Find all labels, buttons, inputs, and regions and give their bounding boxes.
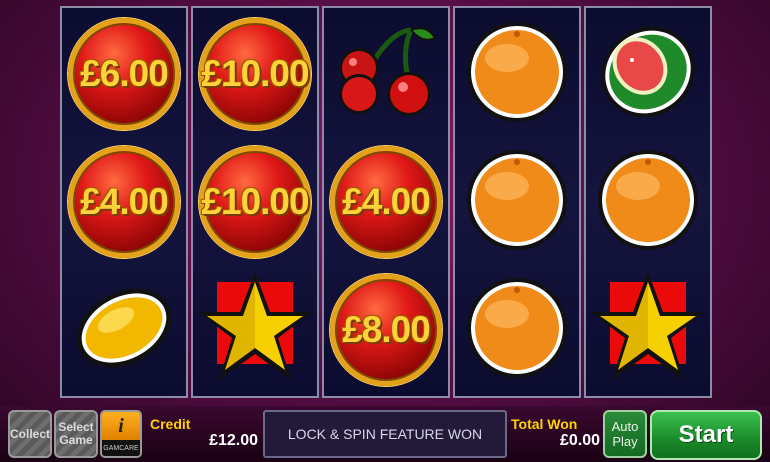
reel-cell [586,12,710,136]
reel-cell [586,268,710,392]
collect-button[interactable]: Collect [8,410,52,458]
reels-area: £6.00 £4.00 £10.00 £10.00 £4.00 £8.00 [60,6,712,398]
total-won-value: £0.00 [559,432,600,449]
reel-cell [62,268,186,392]
total-won-label: Total Won [511,416,578,432]
reel-cell: £10.00 [193,12,317,136]
reel-4 [453,6,581,398]
reel-cell [455,268,579,392]
orange-icon [465,148,569,257]
reel-cell [193,268,317,392]
prize-orb: £4.00 [68,146,180,258]
orange-icon [465,276,569,385]
prize-value: £10.00 [201,181,309,222]
cherries-icon [331,22,441,127]
info-icon: i [102,412,140,440]
prize-value: £4.00 [342,181,431,222]
orange-icon [596,148,700,257]
credit-value: £12.00 [209,432,258,449]
control-bar: Collect Select Game i GAMCARE Credit £12… [0,406,770,462]
reel-cell: £8.00 [324,268,448,392]
prize-orb: £10.00 [199,146,311,258]
prize-orb: £4.00 [330,146,442,258]
prize-orb: £10.00 [199,18,311,130]
star-icon [195,268,315,393]
reel-3: £4.00 £8.00 [322,6,450,398]
lemon-icon [68,278,180,383]
prize-value: £10.00 [201,53,309,94]
status-message: LOCK & SPIN FEATURE WON [263,410,507,458]
reel-cell [455,140,579,264]
prize-value: £4.00 [80,181,169,222]
star-icon [588,268,708,393]
reel-cell: £10.00 [193,140,317,264]
reel-cell: £4.00 [62,140,186,264]
reel-cell [324,12,448,136]
prize-value: £8.00 [342,309,431,350]
reel-cell: £6.00 [62,12,186,136]
reel-1: £6.00 £4.00 [60,6,188,398]
info-button[interactable]: i GAMCARE [100,410,142,458]
reel-2: £10.00 £10.00 [191,6,319,398]
credit-label: Credit [150,416,191,432]
watermelon-icon [596,20,700,129]
prize-orb: £6.00 [68,18,180,130]
start-button[interactable]: Start [650,410,762,460]
reel-5 [584,6,712,398]
gamcare-logo: GAMCARE [102,440,140,456]
auto-play-button[interactable]: Auto Play [603,410,647,458]
prize-value: £6.00 [80,53,169,94]
reel-cell [455,12,579,136]
reel-cell [586,140,710,264]
reel-cell: £4.00 [324,140,448,264]
orange-icon [465,20,569,129]
select-game-button[interactable]: Select Game [54,410,98,458]
prize-orb: £8.00 [330,274,442,386]
